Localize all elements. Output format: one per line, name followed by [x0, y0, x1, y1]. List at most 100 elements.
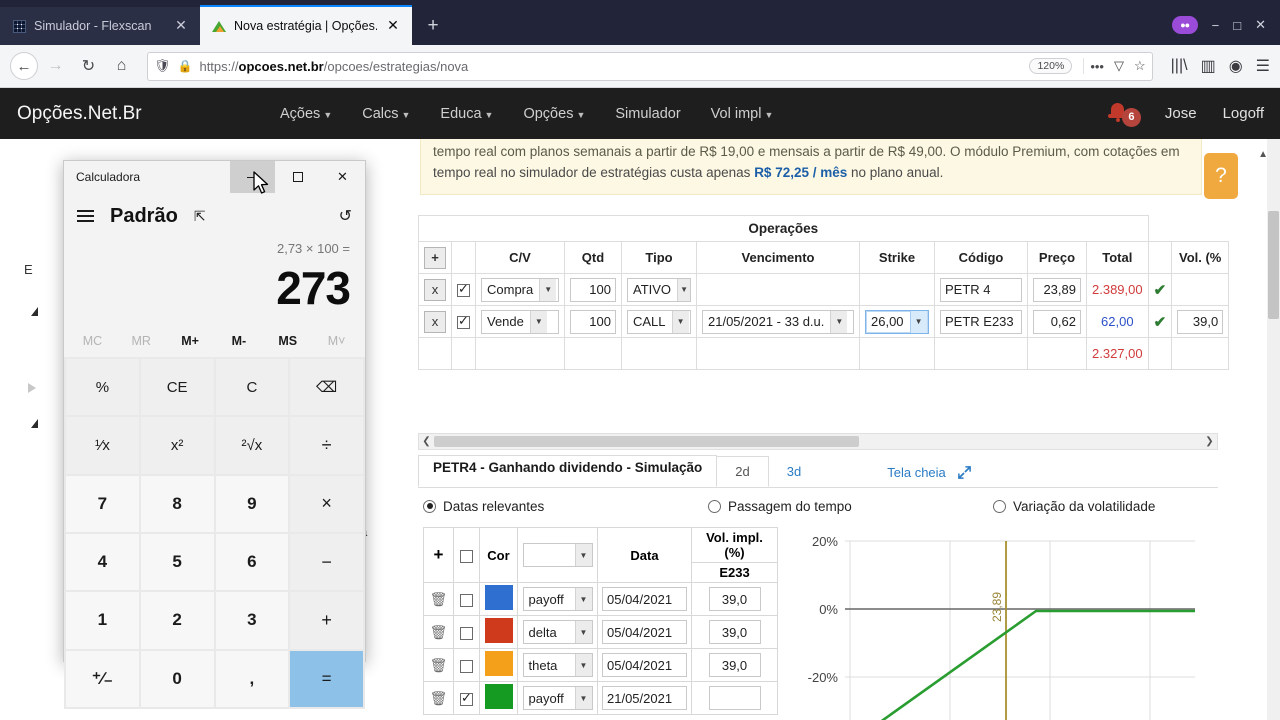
site-brand[interactable]: Opções.Net.Br [0, 103, 280, 125]
table-horizontal-scrollbar[interactable]: ❮ ❯ [418, 433, 1218, 450]
backspace-icon[interactable]: ⌫ [290, 359, 363, 416]
key-7[interactable]: 7 [66, 475, 139, 532]
key-percent[interactable]: % [66, 359, 139, 416]
row-visible-checkbox[interactable] [460, 659, 473, 673]
tab-3d[interactable]: 3d [769, 456, 819, 487]
forward-icon[interactable]: → [40, 51, 71, 82]
series-type-select[interactable]: theta ▼ [522, 653, 593, 677]
memory-button-m-dropdown[interactable]: M˅ [312, 334, 361, 348]
calculator-title-bar[interactable]: Calculadora ✕ [64, 161, 365, 193]
key-8[interactable]: 8 [140, 475, 214, 532]
menu-icon[interactable]: ☰ [1256, 56, 1270, 76]
vol-input[interactable] [708, 653, 761, 677]
calculator-maximize-button[interactable] [275, 161, 320, 193]
calculator-window[interactable]: Calculadora ✕ Padrão ⇱ ↺ 2,73 × 100 = 27… [63, 160, 366, 709]
scrollbar-thumb[interactable] [1268, 211, 1279, 319]
add-series-button[interactable]: + [434, 545, 444, 564]
key-6[interactable]: 6 [215, 533, 289, 591]
memory-button-ms[interactable]: MS [263, 334, 312, 348]
shield-icon[interactable]: 🛡 [154, 58, 171, 74]
color-swatch[interactable] [484, 618, 513, 643]
series-type-select[interactable]: delta ▼ [522, 620, 593, 644]
key-3[interactable]: 3 [215, 592, 289, 649]
close-icon[interactable]: ✕ [172, 17, 190, 35]
nav-item-vol-impl[interactable]: Vol impl ▼ [711, 106, 774, 122]
close-icon[interactable]: ✕ [384, 17, 402, 35]
key-multiply[interactable]: × [290, 475, 363, 532]
bookmark-star-icon[interactable]: ☆ [1134, 58, 1146, 74]
logoff-link[interactable]: Logoff [1223, 105, 1264, 122]
preco-input[interactable] [1033, 277, 1081, 302]
row-visible-checkbox[interactable] [460, 593, 473, 607]
row-visible-checkbox[interactable] [460, 626, 473, 640]
fullscreen-button[interactable]: Tela cheia [887, 465, 972, 487]
vol-input[interactable] [1177, 309, 1224, 334]
radio-passagem-do-tempo[interactable]: Passagem do tempo [708, 499, 993, 514]
color-swatch[interactable] [484, 651, 513, 676]
page-actions-icon[interactable]: ••• [1090, 59, 1104, 74]
hscroll-thumb[interactable] [434, 436, 859, 447]
firefox-account-icon[interactable]: ●● [1171, 16, 1198, 34]
qtd-input[interactable] [570, 309, 616, 334]
date-input[interactable] [602, 587, 687, 611]
browser-tab-2[interactable]: Nova estratégia | Opções.Net.B ✕ [200, 5, 412, 45]
qtd-input[interactable] [570, 277, 616, 302]
library-icon[interactable]: |||\ [1171, 57, 1188, 75]
scroll-left-arrow-icon[interactable]: ❮ [419, 436, 434, 447]
new-tab-button[interactable]: + [418, 11, 448, 41]
date-input[interactable] [602, 653, 687, 677]
minimize-window-button[interactable]: − [1212, 18, 1220, 33]
row-visible-checkbox[interactable] [460, 690, 473, 706]
color-swatch[interactable] [484, 684, 513, 709]
key-add[interactable]: + [290, 592, 363, 649]
delete-row-icon[interactable]: 🗑 [430, 624, 448, 640]
key-1[interactable]: 1 [66, 592, 139, 649]
user-name-link[interactable]: Jose [1165, 105, 1197, 122]
scroll-right-arrow-icon[interactable]: ❯ [1202, 436, 1217, 447]
radio-variacao-da-volatilidade[interactable]: Variação da volatilidade [993, 499, 1155, 514]
vol-input[interactable] [708, 686, 761, 710]
delete-row-icon[interactable]: 🗑 [430, 690, 448, 706]
cv-select[interactable]: Vende ▼ [481, 309, 559, 334]
vol-input[interactable] [708, 620, 761, 644]
hamburger-icon[interactable] [77, 210, 94, 222]
nav-item-acoes[interactable]: Ações ▼ [280, 106, 332, 122]
memory-button-m-minus[interactable]: M- [214, 334, 263, 348]
expand-triangle-icon[interactable] [28, 383, 36, 393]
collapse-triangle-icon-1[interactable] [31, 307, 38, 316]
key-sqrt[interactable]: ²√x [215, 417, 289, 474]
address-bar[interactable]: 🛡 🔒 https://opcoes.net.br/opcoes/estrate… [147, 51, 1153, 81]
tipo-select[interactable]: ATIVO ▼ [627, 277, 691, 302]
key-5[interactable]: 5 [140, 533, 214, 591]
key-9[interactable]: 9 [215, 475, 289, 532]
history-icon[interactable]: ↺ [339, 206, 352, 226]
help-button[interactable]: ? [1204, 153, 1238, 199]
vol-input[interactable] [708, 587, 761, 611]
series-type-select-header[interactable]: ▼ [522, 543, 593, 567]
vencimento-select[interactable]: 21/05/2021 - 33 d.u. ▼ [702, 309, 854, 334]
key-2[interactable]: 2 [140, 592, 214, 649]
key-c[interactable]: C [215, 359, 289, 416]
delete-row-icon[interactable]: 🗑 [430, 657, 448, 673]
nav-item-simulador[interactable]: Simulador [615, 106, 680, 122]
color-swatch[interactable] [484, 585, 513, 610]
maximize-window-button[interactable]: □ [1233, 18, 1241, 33]
memory-button-mr[interactable]: MR [117, 334, 166, 348]
date-input[interactable] [602, 620, 687, 644]
zoom-level-badge[interactable]: 120% [1029, 58, 1073, 74]
radio-datas-relevantes[interactable]: Datas relevantes [423, 499, 708, 514]
sidebar-icon[interactable]: ▥ [1201, 56, 1216, 76]
tipo-select[interactable]: CALL ▼ [627, 309, 691, 334]
nav-item-educa[interactable]: Educa ▼ [440, 106, 493, 122]
nav-item-opcoes[interactable]: Opções ▼ [523, 106, 585, 122]
nav-item-calcs[interactable]: Calcs ▼ [362, 106, 410, 122]
key-reciprocal[interactable]: ¹⁄x [66, 417, 139, 474]
calculator-close-button[interactable]: ✕ [320, 161, 365, 193]
date-input[interactable] [602, 686, 687, 710]
collapse-triangle-icon-2[interactable] [31, 419, 38, 428]
preco-input[interactable] [1033, 309, 1081, 334]
codigo-input[interactable] [940, 309, 1022, 334]
page-scrollbar[interactable] [1267, 139, 1280, 720]
payoff-chart[interactable]: 23,89 20% 0% -20% -40% 20 30 [790, 527, 1210, 720]
key-plus-minus[interactable]: ⁺∕₋ [66, 650, 139, 707]
